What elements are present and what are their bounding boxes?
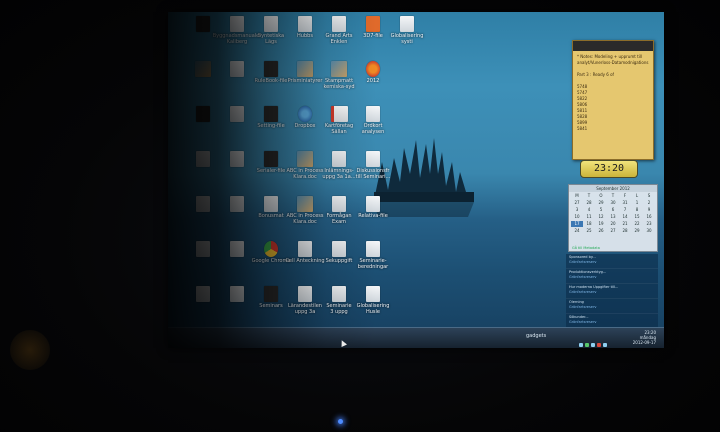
desktop-icon[interactable]: Ordkort analysen — [344, 106, 402, 135]
feed-item-meta: Grönfartsreserv — [569, 290, 597, 294]
desktop-icon-label: Globalisering Husle — [356, 303, 390, 315]
desktop-icon-label: Relativa-file — [358, 213, 388, 219]
calendar-weekday: T — [611, 193, 615, 198]
calendar-day[interactable]: 30 — [643, 228, 655, 234]
notes-text: * Notes: Modeling + upprumt till analyt/… — [577, 54, 649, 131]
calendar-day[interactable]: 13 — [607, 214, 619, 220]
clock-gadget[interactable]: 23:20 — [580, 160, 638, 178]
feed-item-meta: Grönfartsreserv — [569, 305, 597, 309]
calendar-weekday: T — [587, 193, 591, 198]
calendar-header: September 2012 — [569, 185, 657, 192]
calendar-day[interactable]: 5 — [595, 207, 607, 213]
calendar-footer[interactable]: Gå till Metadata — [572, 246, 600, 250]
doc-file-icon — [400, 16, 414, 32]
calendar-day[interactable]: 6 — [607, 207, 619, 213]
volume-icon[interactable] — [585, 343, 589, 347]
calendar-day[interactable]: 24 — [571, 228, 583, 234]
windows-sidebar: * Notes: Modeling + upprumt till analyt/… — [566, 26, 658, 344]
doc-file-icon — [366, 151, 380, 167]
calendar-grid: M T O T F L S 27 28 29 30 31 1 2 3 4 5 6 7 8 9 10 11 12 13 14 15 16… — [569, 192, 657, 235]
calendar-day[interactable]: 8 — [631, 207, 643, 213]
doc-file-icon — [366, 241, 380, 257]
desktop-icon[interactable]: Seminarie- beredningar — [344, 241, 402, 270]
calendar-day[interactable]: 16 — [643, 214, 655, 220]
desktop-icon-label: Seminarie- beredningar — [357, 258, 389, 270]
calendar-weekday: L — [635, 193, 639, 198]
calendar-day[interactable]: 2 — [643, 200, 655, 206]
ambient-glow — [10, 330, 50, 370]
network-icon[interactable] — [579, 343, 583, 347]
calendar-day[interactable]: 28 — [583, 200, 595, 206]
calendar-gadget[interactable]: September 2012 M T O T F L S 27 28 29 30 31 1 2 3 4 5 6 7 8… — [568, 184, 658, 252]
calendar-day[interactable]: 19 — [595, 221, 607, 227]
calendar-weekday: O — [599, 193, 603, 198]
desktop-screen: Byggnadsmanualer Kaliberg Syntetiska Lägs… — [168, 12, 664, 348]
calendar-day[interactable]: 3 — [571, 207, 583, 213]
desktop-icon[interactable]: Globalisering systi — [378, 16, 436, 45]
desktop-icon-label: Diskussionsfr till Seminari... — [355, 168, 391, 180]
gadgets-label[interactable]: gadgets — [526, 333, 546, 339]
desktop-icon-label: Ordkort analysen — [361, 123, 385, 135]
calendar-day[interactable]: 30 — [607, 200, 619, 206]
calendar-day[interactable]: 11 — [583, 214, 595, 220]
feed-item[interactable]: Produktionsverktyg... Grönfartsreserv — [566, 269, 658, 284]
calendar-day[interactable]: 17 — [571, 221, 583, 227]
calendar-day[interactable]: 9 — [643, 207, 655, 213]
notes-toolbar — [573, 41, 653, 51]
calendar-day[interactable]: 18 — [583, 221, 595, 227]
desktop-icon[interactable]: 2012 — [344, 61, 402, 84]
calendar-day[interactable]: 29 — [631, 228, 643, 234]
desktop-icon[interactable]: Globalisering Husle — [344, 286, 402, 315]
calendar-day[interactable]: 15 — [631, 214, 643, 220]
feed-item[interactable]: Olerning Grönfartsreserv — [566, 299, 658, 314]
calendar-day[interactable]: 23 — [643, 221, 655, 227]
doc-file-icon — [366, 196, 380, 212]
desktop-icon[interactable]: Relativa-file — [344, 196, 402, 219]
system-tray — [578, 332, 638, 347]
feed-item-meta: Grönfartsreserv — [569, 275, 597, 279]
desktop-icon-label: 2012 — [366, 78, 380, 84]
calendar-day[interactable]: 26 — [595, 228, 607, 234]
calendar-day[interactable]: 31 — [619, 200, 631, 206]
notes-gadget[interactable]: * Notes: Modeling + upprumt till analyt/… — [572, 40, 654, 160]
taskbar: gadgets 23:20 måndag 2012-09-17 — [168, 327, 664, 348]
calendar-day[interactable]: 1 — [631, 200, 643, 206]
calendar-day[interactable]: 22 — [631, 221, 643, 227]
calendar-day[interactable]: 28 — [619, 228, 631, 234]
feed-item-meta: Grönfartsreserv — [569, 260, 597, 264]
calendar-weekday: S — [647, 193, 651, 198]
battery-icon[interactable] — [591, 343, 595, 347]
calendar-day[interactable]: 10 — [571, 214, 583, 220]
calendar-day[interactable]: 25 — [583, 228, 595, 234]
desktop-icon-label: Globalisering systi — [390, 33, 424, 45]
taskbar-clock[interactable]: 23:20 måndag 2012-09-17 — [633, 330, 656, 345]
flag-icon[interactable] — [603, 343, 607, 347]
calendar-day[interactable]: 4 — [583, 207, 595, 213]
doc-file-icon — [366, 286, 380, 302]
feed-item[interactable]: Sponsored by... Grönfartsreserv — [566, 254, 658, 269]
calendar-weekday: M — [575, 193, 579, 198]
calendar-day[interactable]: 27 — [607, 228, 619, 234]
feed-item-meta: Grönfartsreserv — [569, 320, 597, 324]
alert-icon[interactable] — [597, 343, 601, 347]
calendar-day[interactable]: 20 — [607, 221, 619, 227]
ff-file-icon — [366, 61, 380, 77]
calendar-day[interactable]: 14 — [619, 214, 631, 220]
calendar-day[interactable]: 7 — [619, 207, 631, 213]
doc-file-icon — [366, 106, 380, 122]
feed-item[interactable]: Hur moderna Uppgifter till... Grönfartsre… — [566, 284, 658, 299]
calendar-weekday: F — [623, 193, 627, 198]
calendar-day[interactable]: 12 — [595, 214, 607, 220]
calendar-day[interactable]: 29 — [595, 200, 607, 206]
calendar-day[interactable]: 27 — [571, 200, 583, 206]
desktop-icon[interactable]: Diskussionsfr till Seminari... — [344, 151, 402, 180]
power-led-icon — [338, 419, 343, 424]
calendar-day[interactable]: 21 — [619, 221, 631, 227]
